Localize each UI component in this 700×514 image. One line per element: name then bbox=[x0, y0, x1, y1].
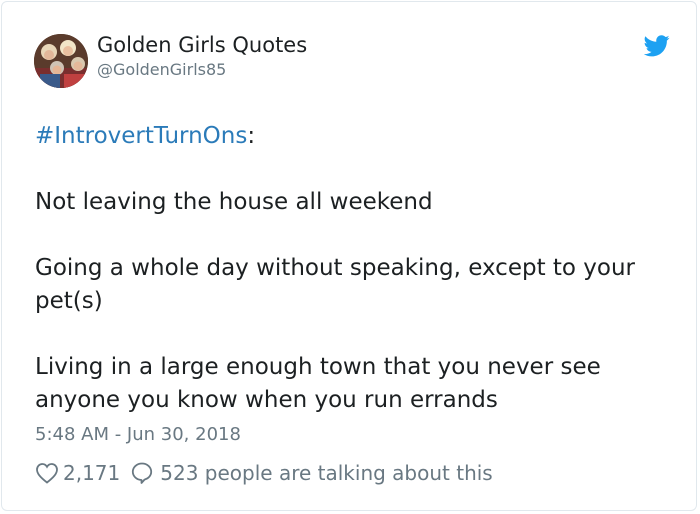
speech-bubble-icon[interactable] bbox=[130, 461, 154, 485]
hashtag-link[interactable]: #IntrovertTurnOns bbox=[35, 123, 247, 149]
author-handle[interactable]: @GoldenGirls85 bbox=[97, 60, 226, 79]
tweet-line-3: Living in a large enough town that you n… bbox=[35, 354, 601, 413]
group-photo-avatar bbox=[34, 34, 88, 88]
tweet-actions: 2,171 523 people are talking about this bbox=[35, 458, 493, 488]
hashtag-suffix: : bbox=[247, 123, 256, 149]
twitter-bird-icon[interactable] bbox=[644, 35, 670, 57]
tweet-card: Golden Girls Quotes @GoldenGirls85 #Intr… bbox=[1, 1, 697, 511]
author-display-name[interactable]: Golden Girls Quotes bbox=[97, 33, 307, 57]
conversation-count[interactable]: 523 people are talking about this bbox=[160, 461, 492, 485]
tweet-body: #IntrovertTurnOns: Not leaving the house… bbox=[35, 120, 675, 417]
heart-icon[interactable] bbox=[35, 462, 59, 484]
tweet-line-1: Not leaving the house all weekend bbox=[35, 189, 433, 215]
avatar[interactable] bbox=[34, 34, 88, 88]
tweet-hashtag-line: #IntrovertTurnOns: bbox=[35, 120, 675, 153]
tweet-line-2: Going a whole day without speaking, exce… bbox=[35, 255, 636, 314]
like-count[interactable]: 2,171 bbox=[63, 461, 120, 485]
tweet-timestamp[interactable]: 5:48 AM - Jun 30, 2018 bbox=[35, 424, 241, 445]
